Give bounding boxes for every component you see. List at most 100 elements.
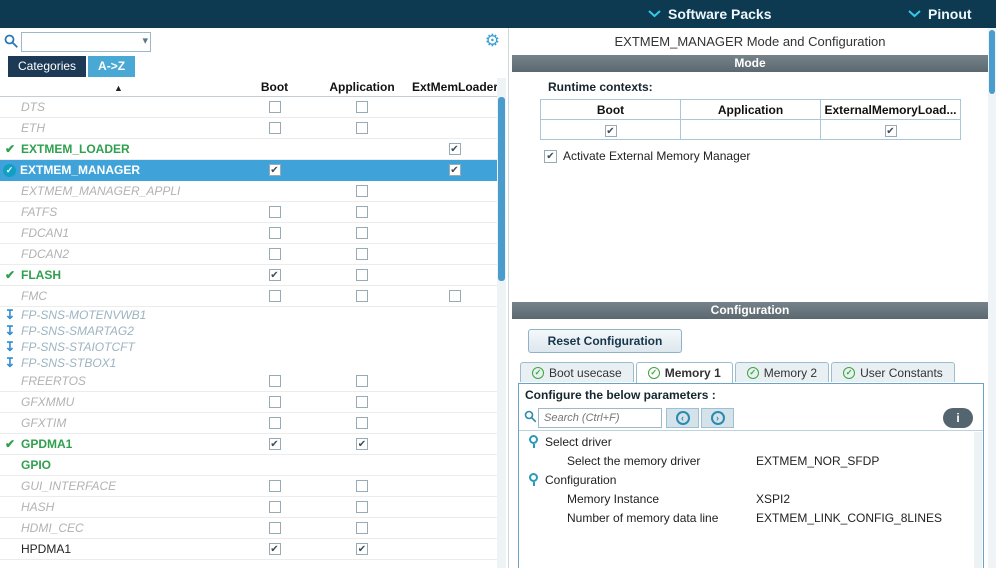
boot-checkbox[interactable] — [268, 122, 281, 134]
boot-checkbox[interactable] — [268, 375, 281, 387]
boot-checkbox[interactable] — [268, 248, 281, 260]
config-tab-memory-1[interactable]: ✓ Memory 1 — [635, 362, 733, 383]
runtime-context-checkbox[interactable] — [884, 124, 897, 137]
table-row[interactable]: GUI_INTERFACE — [0, 476, 497, 497]
param-group-row[interactable]: Select driver — [519, 432, 971, 451]
table-row[interactable]: FREERTOS — [0, 371, 497, 392]
download-icon: ↧ — [4, 339, 16, 354]
table-row[interactable]: GFXTIM — [0, 413, 497, 434]
pinout-menu[interactable]: Pinout — [908, 0, 972, 28]
application-checkbox[interactable] — [356, 185, 368, 197]
table-row[interactable]: ↧ FP-SNS-STBOX1 — [0, 355, 497, 371]
column-header-application[interactable]: Application — [312, 80, 412, 94]
table-row[interactable]: HPDMA1 — [0, 539, 497, 560]
application-checkbox[interactable] — [356, 522, 368, 534]
table-row[interactable]: GPIO — [0, 455, 497, 476]
param-row[interactable]: Select the memory driver EXTMEM_NOR_SFDP — [519, 451, 971, 470]
boot-checkbox[interactable] — [268, 417, 281, 429]
mode-section-header[interactable]: Mode — [512, 55, 988, 72]
reset-configuration-button[interactable]: Reset Configuration — [528, 329, 682, 353]
param-row[interactable]: Memory Instance XSPI2 — [519, 489, 971, 508]
application-checkbox[interactable] — [356, 206, 368, 218]
application-checkbox[interactable] — [356, 375, 368, 387]
boot-checkbox[interactable] — [268, 101, 281, 113]
tab-a-to-z[interactable]: A->Z — [88, 56, 136, 77]
search-previous-button[interactable]: ‹ — [666, 408, 699, 428]
boot-checkbox[interactable] — [268, 269, 281, 281]
boot-checkbox[interactable] — [268, 522, 281, 534]
config-tab-boot-usecase[interactable]: ✓ Boot usecase — [520, 362, 634, 382]
runtime-context-checkbox[interactable] — [604, 124, 617, 137]
boot-checkbox[interactable] — [268, 543, 281, 555]
tab-categories[interactable]: Categories — [8, 56, 87, 77]
param-value[interactable]: XSPI2 — [756, 492, 790, 506]
component-list-scrollbar[interactable] — [497, 78, 506, 568]
table-row[interactable]: HASH — [0, 497, 497, 518]
config-tab-memory-2[interactable]: ✓ Memory 2 — [734, 362, 830, 382]
software-packs-menu[interactable]: Software Packs — [648, 0, 772, 28]
application-checkbox[interactable] — [356, 290, 368, 302]
table-row[interactable]: FDCAN2 — [0, 244, 497, 265]
gear-icon[interactable]: ⚙ — [485, 31, 500, 51]
application-checkbox[interactable] — [356, 227, 368, 239]
table-row[interactable]: FMC — [0, 286, 497, 307]
extmemloader-checkbox[interactable] — [448, 164, 461, 176]
application-checkbox[interactable] — [356, 480, 368, 492]
scrollbar-thumb[interactable] — [989, 30, 995, 94]
info-button[interactable]: i — [943, 408, 973, 428]
boot-checkbox[interactable] — [268, 501, 281, 513]
application-checkbox[interactable] — [356, 248, 368, 260]
param-value[interactable]: EXTMEM_NOR_SFDP — [756, 454, 879, 468]
boot-checkbox[interactable] — [268, 227, 281, 239]
table-row[interactable]: ↧ FP-SNS-MOTENVWB1 — [0, 307, 497, 323]
table-row[interactable]: ✔ GPDMA1 — [0, 434, 497, 455]
application-checkbox[interactable] — [356, 396, 368, 408]
search-next-button[interactable]: › — [701, 408, 734, 428]
parameters-scrollbar[interactable] — [974, 432, 982, 568]
boot-checkbox[interactable] — [268, 206, 281, 218]
config-tab-user-constants[interactable]: ✓ User Constants — [831, 362, 955, 382]
param-group-row[interactable]: Configuration — [519, 470, 971, 489]
extmemloader-checkbox[interactable] — [448, 290, 461, 302]
application-checkbox[interactable] — [356, 101, 368, 113]
table-row[interactable]: ↧ FP-SNS-STAIOTCFT — [0, 339, 497, 355]
table-row[interactable]: ETH — [0, 118, 497, 139]
component-name: GPDMA1 — [21, 437, 73, 451]
application-checkbox[interactable] — [356, 417, 368, 429]
table-row[interactable]: ✔ FLASH — [0, 265, 497, 286]
application-checkbox[interactable] — [356, 543, 368, 555]
table-row[interactable]: ✔ EXTMEM_LOADER — [0, 139, 497, 160]
table-row[interactable]: DTS — [0, 97, 497, 118]
application-checkbox[interactable] — [356, 122, 368, 134]
table-row[interactable]: EXTMEM_MANAGER_APPLI — [0, 181, 497, 202]
table-row[interactable]: FDCAN1 — [0, 223, 497, 244]
column-header-boot[interactable]: Boot — [237, 80, 312, 94]
application-checkbox[interactable] — [356, 501, 368, 513]
column-header-extmemloader[interactable]: ExtMemLoader — [412, 80, 498, 94]
boot-checkbox[interactable] — [268, 164, 281, 176]
sort-column-header[interactable]: ▲ — [0, 80, 237, 94]
scrollbar-thumb[interactable] — [498, 97, 505, 281]
table-row[interactable]: GFXMMU — [0, 392, 497, 413]
table-row[interactable]: ✓ EXTMEM_MANAGER — [0, 160, 497, 181]
component-search-input[interactable] — [22, 33, 134, 51]
table-row[interactable]: HDMI_CEC — [0, 518, 497, 539]
configuration-section-header[interactable]: Configuration — [512, 302, 988, 319]
activate-manager-checkbox[interactable] — [544, 149, 557, 163]
param-value[interactable]: EXTMEM_LINK_CONFIG_8LINES — [756, 511, 942, 525]
boot-checkbox[interactable] — [268, 396, 281, 408]
search-icon — [4, 34, 19, 54]
boot-checkbox[interactable] — [268, 480, 281, 492]
table-row[interactable]: ↧ FP-SNS-SMARTAG2 — [0, 323, 497, 339]
boot-checkbox[interactable] — [268, 290, 281, 302]
window-scrollbar[interactable] — [988, 28, 996, 568]
component-search-combobox[interactable]: ▾ — [21, 32, 151, 52]
param-row[interactable]: Number of memory data line EXTMEM_LINK_CO… — [519, 508, 971, 527]
application-checkbox[interactable] — [356, 438, 368, 450]
application-checkbox[interactable] — [356, 269, 368, 281]
boot-checkbox[interactable] — [268, 438, 281, 450]
parameter-search-input[interactable] — [538, 408, 662, 428]
chevron-down-icon[interactable]: ▾ — [142, 34, 148, 47]
extmemloader-checkbox[interactable] — [448, 143, 461, 155]
table-row[interactable]: FATFS — [0, 202, 497, 223]
